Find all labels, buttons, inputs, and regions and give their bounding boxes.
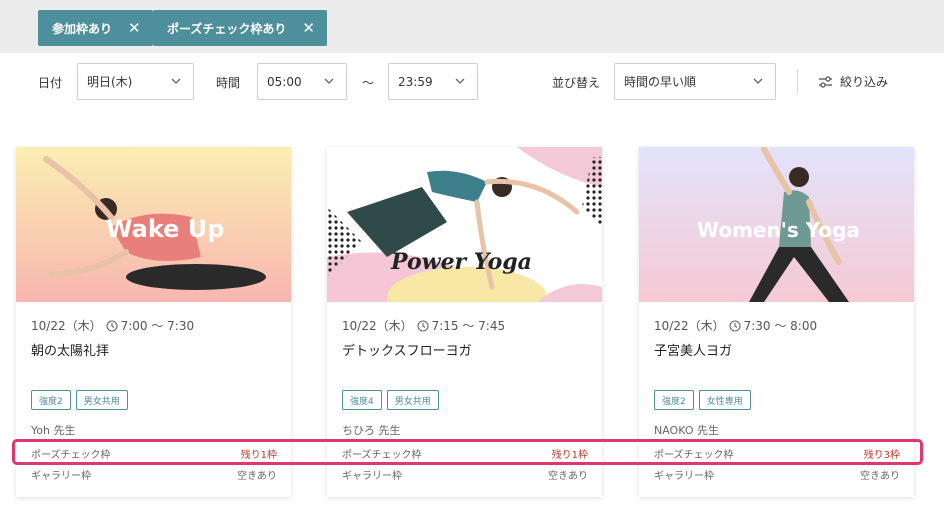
clock-icon [729, 319, 741, 332]
chevron-down-icon [455, 78, 465, 84]
gallery-slot-row: ギャラリー枠 空きあり [31, 467, 277, 482]
intensity-tag: 強度2 [31, 390, 71, 410]
chip-label: 参加枠あり [52, 21, 113, 36]
teacher-name: ちひろ 先生 [342, 424, 401, 437]
lesson-time: 7:15 〜 7:45 [431, 319, 506, 333]
time-label: 時間 [216, 76, 241, 90]
sliders-icon [819, 75, 832, 88]
close-icon[interactable]: ✕ [128, 20, 141, 36]
lesson-tags: 強度2 女性専用 [654, 390, 751, 410]
lesson-time: 7:30 〜 8:00 [743, 319, 818, 333]
chip-label: ポーズチェック枠あり [167, 21, 287, 36]
chevron-down-icon [171, 78, 181, 84]
slot-label: ギャラリー枠 [342, 471, 402, 482]
filter-chip-participation[interactable]: 参加枠あり ✕ [38, 10, 153, 46]
clock-icon [106, 319, 118, 332]
date-value: 明日(木) [87, 75, 133, 89]
lesson-image: Women's Yoga [639, 147, 914, 302]
gallery-slot-row: ギャラリー枠 空きあり [342, 467, 588, 482]
intensity-tag: 強度2 [654, 390, 694, 410]
gender-tag: 女性専用 [698, 390, 751, 410]
lesson-title: デトックスフローヨガ [342, 344, 472, 359]
divider [797, 70, 798, 94]
time-to-select[interactable]: 23:59 [388, 63, 478, 100]
image-title: Power Yoga [390, 249, 532, 275]
gallery-slot-row: ギャラリー枠 空きあり [654, 467, 900, 482]
gender-tag: 男女共用 [75, 390, 128, 410]
date-label: 日付 [38, 76, 63, 90]
lesson-datetime: 10/22（木） 7:30 〜 8:00 [654, 317, 817, 334]
sort-value: 時間の早い順 [624, 75, 697, 89]
lesson-date: 10/22（木） [31, 319, 102, 333]
active-filter-bar: 参加枠あり ✕ ポーズチェック枠あり ✕ [0, 0, 944, 53]
time-from-value: 05:00 [267, 74, 302, 89]
slot-availability: 空きあり [548, 471, 588, 482]
slot-availability: 空きあり [237, 471, 277, 482]
range-separator: 〜 [362, 76, 375, 90]
image-title: Wake Up [106, 215, 224, 243]
lesson-tags: 強度4 男女共用 [342, 390, 439, 410]
filter-row: 日付 明日(木) 時間 05:00 〜 23:59 並び替え 時間の早い順 絞り… [0, 63, 944, 101]
lesson-image: Power Yoga [327, 147, 602, 302]
time-to-value: 23:59 [398, 74, 433, 89]
time-from-select[interactable]: 05:00 [257, 63, 347, 100]
lesson-datetime: 10/22（木） 7:00 〜 7:30 [31, 317, 194, 334]
close-icon[interactable]: ✕ [302, 20, 315, 36]
lesson-title: 子宮美人ヨガ [654, 344, 733, 359]
slot-label: ギャラリー枠 [31, 471, 91, 482]
slot-label: ギャラリー枠 [654, 471, 714, 482]
lesson-image: Wake Up [16, 147, 291, 302]
lesson-title: 朝の太陽礼拝 [31, 344, 110, 359]
refine-label: 絞り込み [840, 75, 889, 89]
lesson-date: 10/22（木） [654, 319, 725, 333]
image-title: Women's Yoga [697, 218, 860, 242]
date-select[interactable]: 明日(木) [77, 63, 194, 100]
lesson-time: 7:00 〜 7:30 [120, 319, 195, 333]
lesson-date: 10/22（木） [342, 319, 413, 333]
teacher-name: NAOKO 先生 [654, 424, 719, 437]
sort-select[interactable]: 時間の早い順 [614, 63, 776, 100]
chevron-down-icon [324, 78, 334, 84]
intensity-tag: 強度4 [342, 390, 382, 410]
pose-check-highlight [12, 439, 923, 465]
filter-chip-pose-check[interactable]: ポーズチェック枠あり ✕ [153, 10, 327, 46]
refine-button[interactable]: 絞り込み [818, 73, 888, 90]
chevron-down-icon [753, 78, 763, 84]
clock-icon [417, 319, 429, 332]
gender-tag: 男女共用 [386, 390, 439, 410]
sort-label: 並び替え [552, 76, 601, 90]
lesson-datetime: 10/22（木） 7:15 〜 7:45 [342, 317, 505, 334]
teacher-name: Yoh 先生 [31, 424, 76, 437]
slot-availability: 空きあり [860, 471, 900, 482]
lesson-tags: 強度2 男女共用 [31, 390, 128, 410]
